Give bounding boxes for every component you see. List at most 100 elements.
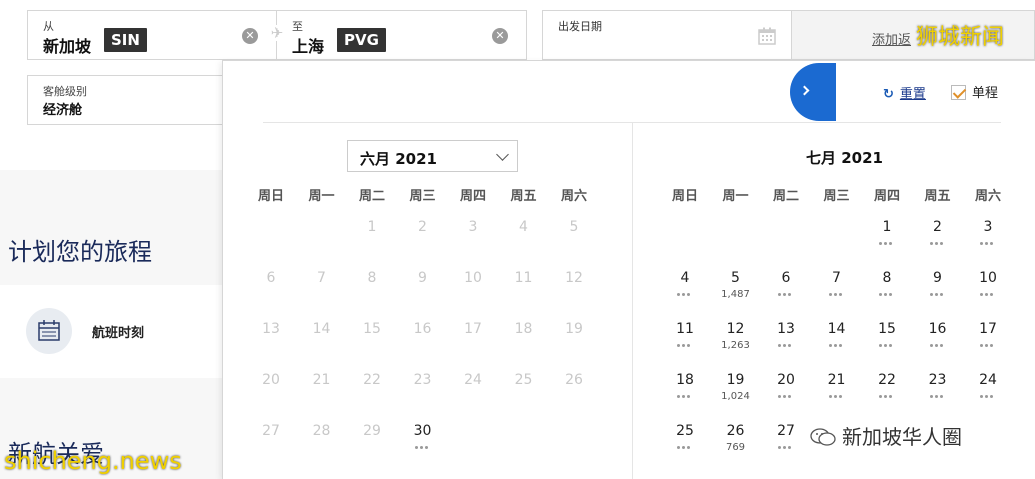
calendar-day[interactable]: 6 <box>761 270 811 310</box>
day-number: 1 <box>367 219 377 235</box>
day-number: 22 <box>363 372 381 388</box>
calendar-day[interactable]: 4 <box>660 270 710 310</box>
calendar-day[interactable]: 20 <box>761 372 811 412</box>
depart-date-label: 出发日期 <box>558 20 602 33</box>
day-number: 11 <box>514 270 533 286</box>
chevron-right-icon <box>799 85 810 96</box>
swap-plane-icon[interactable]: ✈ <box>269 25 285 41</box>
day-number: 30 <box>413 423 432 439</box>
calendar-day[interactable]: 23 <box>913 372 963 412</box>
day-number: 10 <box>464 270 482 286</box>
day-number: 12 <box>565 270 583 286</box>
calendar-day[interactable]: 22 <box>862 372 912 412</box>
day-number: 1 <box>882 219 892 235</box>
calendar-day[interactable]: 25 <box>660 423 710 463</box>
cabin-class-label: 客舱级别 <box>43 85 87 98</box>
calendar-day: 14 <box>297 321 347 361</box>
calendar-day: 20 <box>246 372 296 412</box>
weekday-header: 周二 <box>772 189 799 204</box>
calendar-day[interactable]: 8 <box>862 270 912 310</box>
calendar-day[interactable]: 5 1,487 <box>711 270 761 310</box>
watermark-top: 狮城新闻 <box>916 25 1005 50</box>
clear-origin-icon[interactable]: ✕ <box>242 28 258 44</box>
destination-field[interactable]: 至 上海 PVG ✕ <box>277 10 527 60</box>
day-number: 22 <box>878 372 896 388</box>
calendar-day[interactable]: 1 <box>862 219 912 259</box>
checkbox-checked-icon[interactable] <box>951 85 966 100</box>
day-number: 15 <box>878 321 896 337</box>
loading-dots-icon <box>929 344 946 348</box>
one-way-checkbox[interactable]: 单程 <box>951 82 998 101</box>
day-number: 9 <box>418 270 427 286</box>
calendar-day[interactable]: 3 <box>963 219 1013 259</box>
day-number: 12 <box>726 321 745 337</box>
weekday-header: 周五 <box>924 189 951 204</box>
weekday-header: 周三 <box>823 189 850 204</box>
depart-date-field[interactable]: 出发日期 <box>542 10 792 60</box>
calendar-day[interactable]: 26 769 <box>711 423 761 463</box>
day-number: 18 <box>676 372 694 388</box>
calendar-day[interactable]: 15 <box>862 321 912 361</box>
day-number: 18 <box>514 321 533 337</box>
day-number: 29 <box>363 423 381 439</box>
day-number: 7 <box>317 270 326 286</box>
calendar-day[interactable]: 18 <box>660 372 710 412</box>
day-number: 2 <box>933 219 942 235</box>
calendar-day[interactable]: 11 <box>660 321 710 361</box>
calendar-day: 9 <box>398 270 448 310</box>
loading-dots-icon <box>929 242 946 246</box>
calendar-day: 13 <box>246 321 296 361</box>
day-number: 5 <box>731 270 740 286</box>
calendar-day: 7 <box>297 270 347 310</box>
calendar-day[interactable]: 10 <box>963 270 1013 310</box>
flight-schedule-link[interactable]: 航班时刻 <box>92 322 144 341</box>
schedule-calendar-icon <box>38 320 60 341</box>
calendar-day[interactable]: 16 <box>913 321 963 361</box>
calendar-day: 10 <box>448 270 498 310</box>
calendar-day: 18 <box>499 321 549 361</box>
left-section-band <box>0 170 222 285</box>
calendar-day[interactable]: 14 <box>812 321 862 361</box>
loading-dots-icon <box>929 395 946 399</box>
calendar-day[interactable]: 27 <box>761 423 811 463</box>
destination-label: 至 <box>292 20 303 33</box>
calendar-day[interactable]: 7 <box>812 270 862 310</box>
day-number: 14 <box>312 321 331 337</box>
day-number: 17 <box>464 321 482 337</box>
calendar-day[interactable]: 13 <box>761 321 811 361</box>
clear-destination-icon[interactable]: ✕ <box>492 28 508 44</box>
calendar-day[interactable]: 19 1,024 <box>711 372 761 412</box>
calendar-day[interactable]: 24 <box>963 372 1013 412</box>
weekday-header: 周六 <box>974 189 1001 204</box>
day-number: 11 <box>676 321 694 337</box>
cabin-class-field[interactable]: 客舱级别 经济舱 <box>27 75 227 125</box>
calendar-day[interactable]: 21 <box>812 372 862 412</box>
day-number: 23 <box>413 372 432 388</box>
origin-code-badge: SIN <box>104 28 147 52</box>
month-select-value: 六月 2021 <box>360 150 437 168</box>
day-number: 19 <box>565 321 583 337</box>
calendar-day[interactable]: 12 1,263 <box>711 321 761 361</box>
calendar-day: 21 <box>297 372 347 412</box>
calendar-day: 22 <box>347 372 397 412</box>
origin-field[interactable]: 从 新加坡 SIN ✕ <box>27 10 277 60</box>
flight-schedule-icon[interactable] <box>26 308 72 354</box>
reset-button[interactable]: ↻ 重置 <box>883 83 926 102</box>
calendar-day[interactable]: 9 <box>913 270 963 310</box>
calendar-day[interactable]: 2 <box>913 219 963 259</box>
loading-dots-icon <box>778 446 794 450</box>
day-number: 26 <box>565 372 583 388</box>
add-return-link[interactable]: 添加返 <box>872 29 911 48</box>
day-number: 10 <box>979 270 997 286</box>
calendar-day[interactable]: 30 <box>398 423 448 463</box>
calendar-day[interactable]: 17 <box>963 321 1013 361</box>
month-select[interactable]: 六月 2021 <box>347 140 518 172</box>
day-number: 20 <box>262 372 280 388</box>
cabin-class-value: 经济舱 <box>43 103 83 118</box>
calendar-day: 11 <box>499 270 549 310</box>
loading-dots-icon <box>828 344 845 348</box>
destination-city: 上海 <box>292 37 325 56</box>
day-number: 25 <box>514 372 533 388</box>
day-number: 5 <box>569 219 579 235</box>
day-number: 6 <box>266 270 276 286</box>
